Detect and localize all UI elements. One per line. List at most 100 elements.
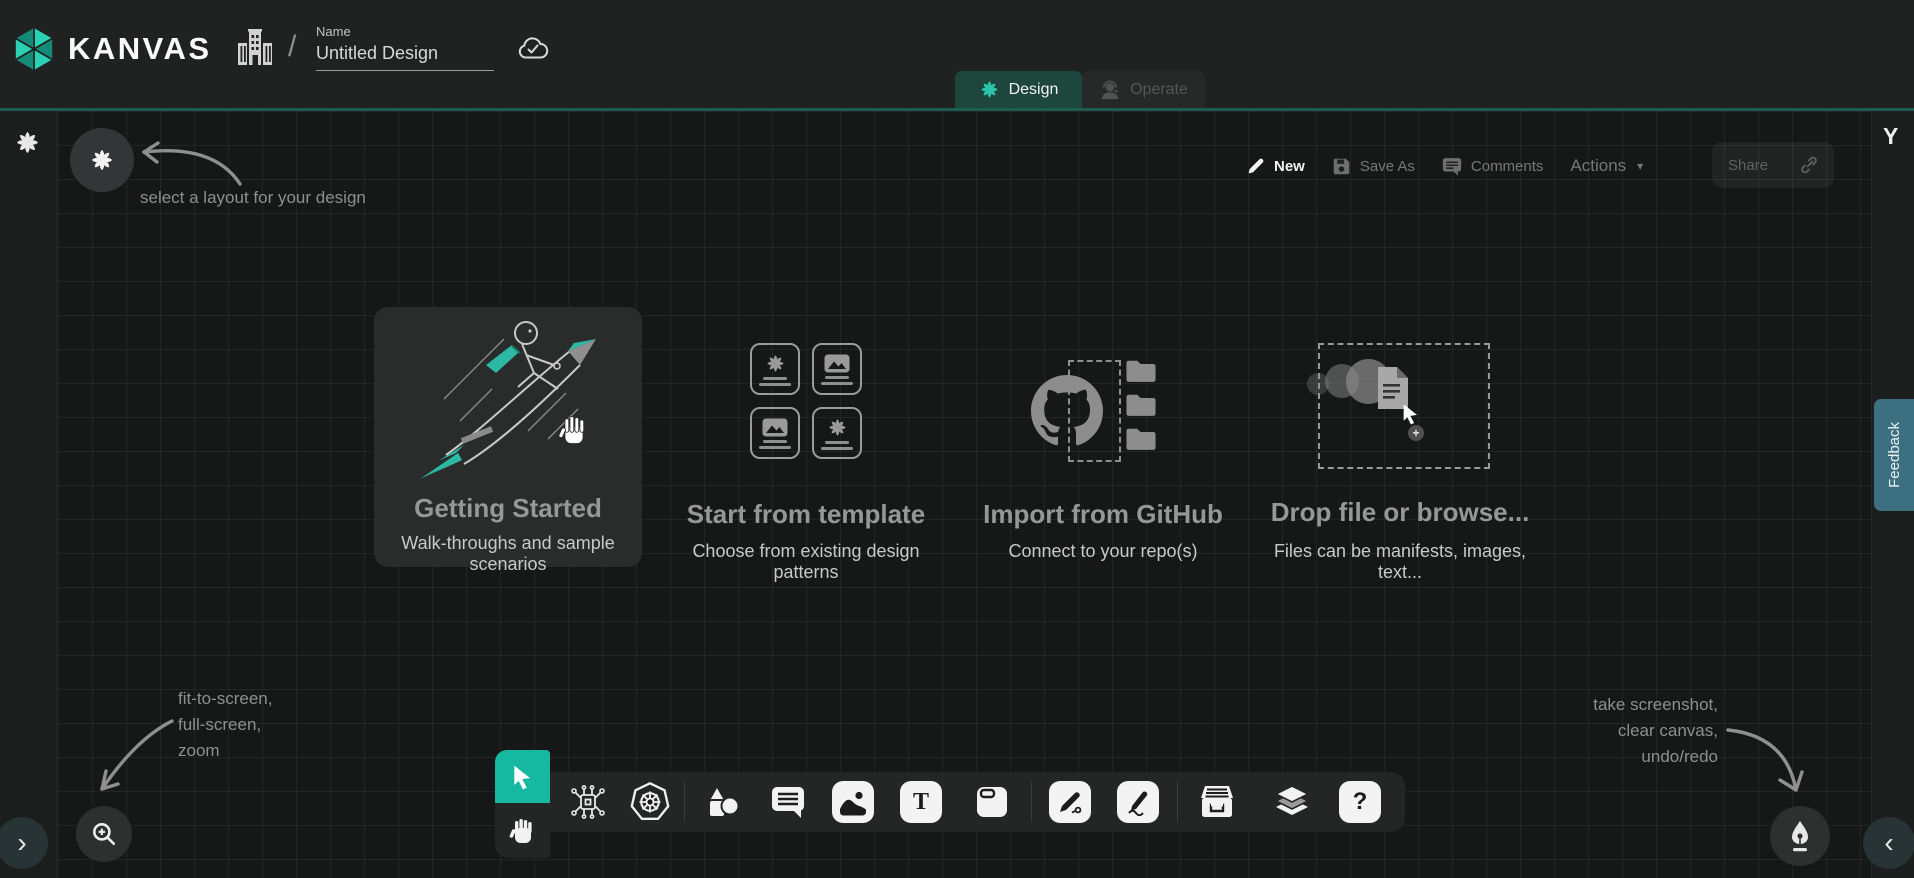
layout-hint-text: select a layout for your design (140, 188, 366, 208)
drop-file-card[interactable]: + Drop file or browse... Files can be ma… (1252, 307, 1548, 567)
pen-icon (1056, 788, 1084, 816)
add-plus-badge: + (1408, 425, 1424, 441)
pan-hand-tool-button[interactable] (495, 803, 550, 858)
template-tile (750, 343, 800, 395)
shapes-icon (702, 782, 742, 822)
hand-cursor-icon (558, 413, 590, 447)
text-tool-glyph: T (913, 789, 929, 816)
chevron-right-icon: › (17, 827, 26, 859)
text-tool-button[interactable]: T (900, 781, 942, 823)
import-from-github-card[interactable]: Import from GitHub Connect to your repo(… (975, 307, 1231, 567)
note-tool-button[interactable] (970, 780, 1014, 824)
zoom-button[interactable] (76, 806, 132, 862)
actions-dropdown[interactable]: Actions ▾ (1570, 156, 1643, 176)
design-name-field[interactable]: Name Untitled Design (316, 24, 494, 71)
spinner-pinwheel-icon[interactable] (14, 129, 41, 156)
pen-nib-icon (1785, 819, 1815, 853)
tab-operate-label: Operate (1130, 81, 1188, 99)
design-pinwheel-icon (979, 79, 1000, 100)
card-title: Getting Started (374, 493, 642, 524)
name-field-label: Name (316, 24, 494, 39)
image-icon (838, 787, 868, 817)
app-header: KANVAS / (0, 0, 1914, 108)
tab-design[interactable]: Design (955, 71, 1082, 108)
share-link-icon (1800, 156, 1818, 174)
shapes-tool-button[interactable] (700, 780, 744, 824)
template-tile (750, 407, 800, 459)
github-octocat-icon (1031, 375, 1103, 447)
design-name-value[interactable]: Untitled Design (316, 43, 494, 71)
feedback-label: Feedback (1886, 422, 1903, 488)
card-title: Start from template (668, 499, 944, 530)
select-cursor-icon (510, 764, 536, 790)
template-tile (812, 407, 862, 459)
actions-label: Actions (1570, 156, 1626, 176)
folder-icon (1124, 357, 1158, 384)
card-subtitle: Connect to your repo(s) (975, 541, 1231, 562)
pan-hand-icon (509, 816, 537, 846)
save-as-label: Save As (1360, 158, 1415, 175)
breadcrumb-separator: / (288, 30, 296, 64)
card-subtitle: Walk-throughs and sample scenarios (374, 533, 642, 575)
rocket-doodle-illustration (408, 313, 608, 483)
layout-selector-button[interactable] (70, 128, 134, 192)
left-rail (0, 111, 57, 878)
share-label: Share (1728, 157, 1768, 174)
toolbar-divider (1177, 782, 1178, 822)
chevron-left-icon: ‹ (1884, 827, 1893, 859)
component-chip-icon (568, 782, 608, 822)
magnifier-plus-icon (90, 820, 118, 848)
expand-right-panel-button[interactable]: ‹ (1863, 817, 1914, 869)
pen-tool-button[interactable] (1049, 781, 1091, 823)
pen-mode-button[interactable] (1770, 806, 1830, 866)
tab-operate[interactable]: Operate (1082, 71, 1205, 108)
select-tool-button[interactable] (495, 750, 550, 803)
start-from-template-card[interactable]: Start from template Choose from existing… (668, 307, 944, 567)
card-subtitle: Files can be manifests, images, text... (1252, 541, 1548, 583)
folder-icon (1124, 425, 1158, 452)
comment-tool-button[interactable] (766, 780, 810, 824)
comments-label: Comments (1471, 158, 1544, 175)
kubernetes-helm-icon (629, 781, 671, 823)
design-canvas[interactable]: Y Feedback select a layout for your desi… (0, 108, 1914, 878)
archive-tool-button[interactable] (1195, 780, 1239, 824)
image-tool-button[interactable] (832, 781, 874, 823)
template-tile (812, 343, 862, 395)
comments-button[interactable]: Comments (1442, 157, 1544, 176)
kubernetes-tool-button[interactable] (628, 780, 672, 824)
comment-bubble-icon (769, 784, 807, 820)
pencil-tool-button[interactable] (1117, 781, 1159, 823)
layers-icon (1272, 783, 1312, 821)
card-title: Import from GitHub (975, 499, 1231, 530)
cloud-saved-icon (517, 36, 549, 62)
folder-icon (1124, 391, 1158, 418)
layers-tool-button[interactable] (1270, 780, 1314, 824)
archive-drawer-icon (1197, 783, 1237, 821)
save-as-button[interactable]: Save As (1332, 157, 1415, 176)
new-label: New (1274, 158, 1305, 175)
help-tool-button[interactable]: ? (1339, 781, 1381, 823)
toolbar-divider (1031, 782, 1032, 822)
template-preview-tiles (750, 343, 862, 459)
brand-logo[interactable]: KANVAS (12, 26, 212, 72)
share-button[interactable]: Share (1712, 142, 1834, 188)
brand-hexagon-icon (12, 26, 56, 72)
pencil-scribble-icon (1124, 788, 1152, 816)
save-floppy-icon (1332, 157, 1351, 176)
comments-bubble-icon (1442, 157, 1462, 176)
organization-icon[interactable] (234, 27, 276, 69)
operator-headset-icon (1099, 79, 1121, 101)
bottom-left-hint-text: fit-to-screen, full-screen, zoom (178, 686, 272, 764)
y-logo-icon[interactable]: Y (1883, 123, 1898, 150)
new-pencil-icon (1246, 157, 1265, 176)
kanvas-app: KANVAS / (0, 0, 1914, 878)
pointer-cursor-icon (1400, 403, 1422, 425)
getting-started-card[interactable]: Getting Started Walk-throughs and sample… (374, 307, 642, 567)
new-button[interactable]: New (1246, 157, 1305, 176)
component-tool-button[interactable] (566, 780, 610, 824)
feedback-tab[interactable]: Feedback (1874, 399, 1914, 511)
help-glyph: ? (1353, 788, 1368, 816)
canvas-action-toolbar: New Save As Comments Actions (1246, 146, 1643, 186)
tab-design-label: Design (1009, 81, 1059, 99)
chevron-down-icon: ▾ (1637, 159, 1643, 173)
